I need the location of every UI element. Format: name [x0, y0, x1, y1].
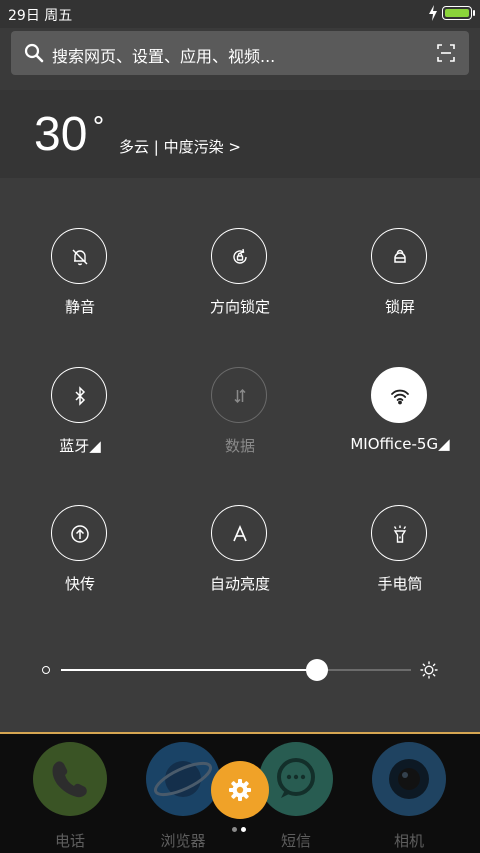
- weather-description[interactable]: 多云 | 中度污染 >: [119, 136, 241, 157]
- wifi-icon: [391, 389, 409, 405]
- charging-icon: [429, 5, 437, 21]
- toggle-label: 锁屏: [384, 298, 415, 316]
- dock-app-phone[interactable]: 电话: [30, 742, 110, 852]
- status-date: 29日 周五: [8, 8, 73, 24]
- weather-degree: °: [92, 112, 105, 142]
- toggle-rotation-lock[interactable]: 方向锁定: [160, 228, 320, 338]
- bluetooth-icon: [75, 386, 86, 406]
- dock-app-label: 短信: [280, 832, 311, 850]
- toggle-auto-brightness[interactable]: 自动亮度: [160, 505, 320, 615]
- dock-app-label: 浏览器: [160, 832, 206, 850]
- toggle-mute[interactable]: 静音: [0, 228, 160, 338]
- page-indicator: [232, 827, 252, 833]
- mobile-data-icon: [234, 388, 246, 404]
- toggle-label: 自动亮度: [209, 575, 270, 593]
- page-dot: [241, 827, 246, 832]
- message-icon: [259, 742, 333, 816]
- quick-transfer-icon: [71, 525, 89, 543]
- toggle-label: 静音: [64, 298, 95, 316]
- brightness-high-icon: [420, 661, 438, 679]
- toggle-lock-screen[interactable]: 锁屏: [320, 228, 480, 338]
- phone-icon: [33, 742, 107, 816]
- camera-icon: [372, 742, 446, 816]
- toggle-label: MIOffice-5G◢: [350, 435, 450, 453]
- brightness-slider[interactable]: [0, 650, 480, 690]
- flashlight-icon: [393, 525, 407, 543]
- search-bar[interactable]: 搜索网页、设置、应用、视频...: [11, 31, 469, 75]
- dock-app-label: 电话: [54, 832, 85, 850]
- brightness-track-fill: [61, 669, 317, 671]
- toggle-label: 蓝牙◢: [59, 437, 101, 455]
- brightness-low-icon: [42, 666, 50, 674]
- weather-widget[interactable]: 30 ° 多云 | 中度污染 >: [0, 90, 480, 179]
- toggle-flashlight[interactable]: 手电筒: [320, 505, 480, 615]
- gear-icon: [229, 779, 251, 801]
- page-dot: [232, 827, 237, 832]
- toggle-label: 数据: [224, 437, 255, 455]
- toggle-label: 方向锁定: [209, 298, 270, 316]
- bell-off-icon: [72, 249, 88, 266]
- toggle-bluetooth[interactable]: 蓝牙◢: [0, 367, 160, 477]
- toggle-mobile-data[interactable]: 数据: [160, 367, 320, 477]
- dock-app-camera[interactable]: 相机: [369, 742, 449, 852]
- search-icon: [24, 43, 44, 63]
- dock-app-label: 相机: [393, 832, 424, 850]
- auto-brightness-icon: [233, 524, 247, 542]
- settings-button[interactable]: [211, 761, 269, 819]
- status-bar: 29日 周五: [0, 0, 480, 28]
- weather-temperature: 30: [34, 108, 88, 161]
- scan-icon[interactable]: [436, 43, 456, 63]
- brightness-thumb[interactable]: [305, 659, 328, 681]
- toggle-label: 手电筒: [377, 575, 423, 593]
- toggle-label: 快传: [64, 575, 95, 593]
- search-placeholder: 搜索网页、设置、应用、视频...: [52, 47, 276, 66]
- browser-icon: [146, 742, 220, 816]
- lock-icon: [394, 249, 406, 263]
- toggle-wifi[interactable]: MIOffice-5G◢: [320, 367, 480, 477]
- toggle-quick-transfer[interactable]: 快传: [0, 505, 160, 615]
- rotation-lock-icon: [233, 248, 247, 264]
- battery-icon: [442, 6, 475, 20]
